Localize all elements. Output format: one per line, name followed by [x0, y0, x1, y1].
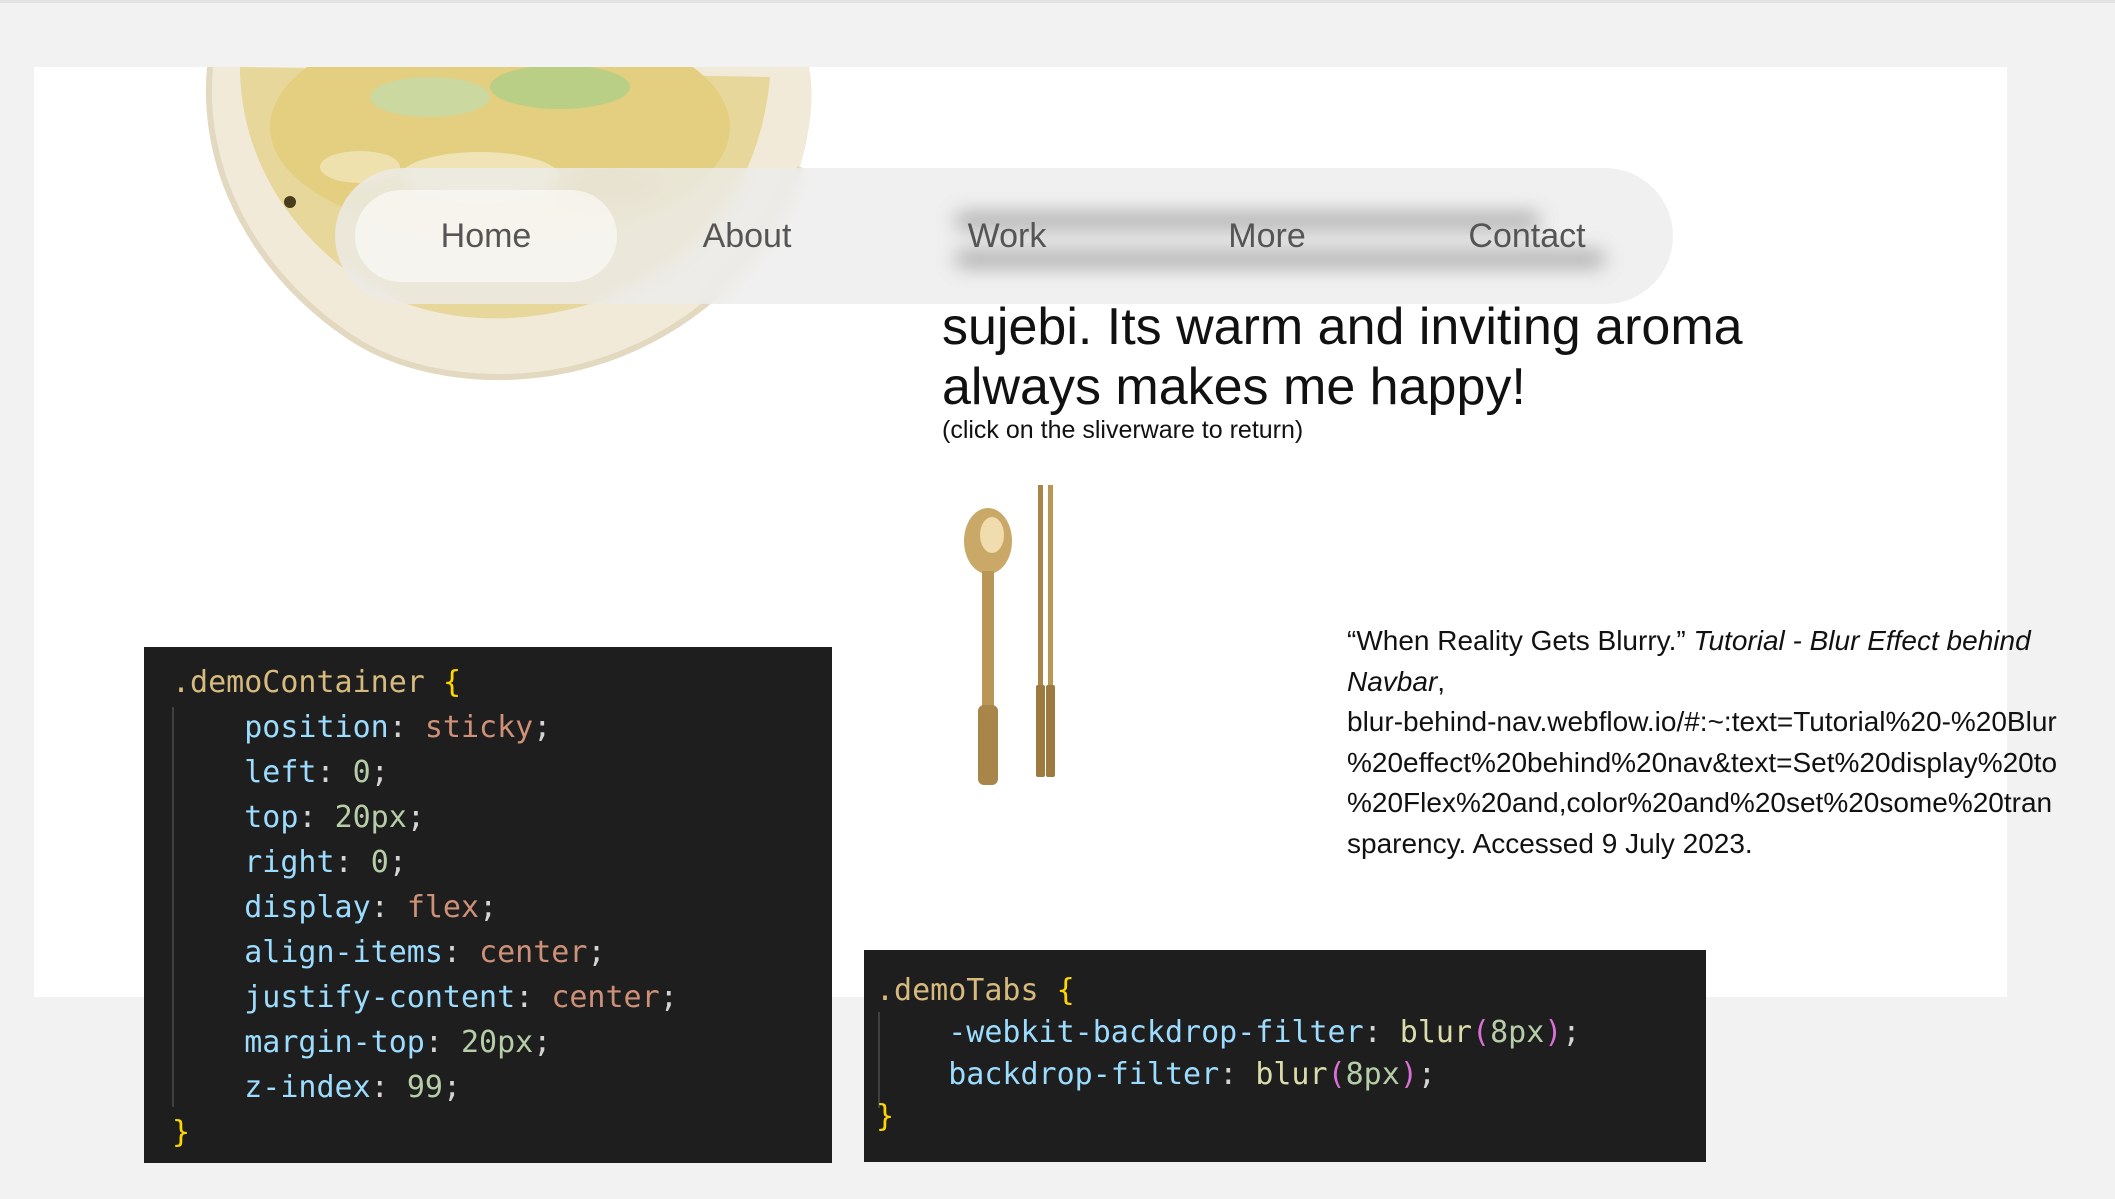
code-line: top: 20px;	[244, 800, 425, 835]
citation-url-line: blur-behind-nav.webflow.io/#:~:text=Tuto…	[1347, 706, 2057, 737]
css-paren: )	[1399, 1057, 1418, 1092]
css-brace: {	[442, 665, 461, 700]
citation-url-line: sparency. Accessed 9 July 2023.	[1347, 827, 1753, 859]
citation: “When Reality Gets Blurry.” Tutorial - B…	[1347, 621, 2107, 864]
css-property: z-index	[244, 1070, 371, 1105]
css-brace: {	[1056, 973, 1075, 1008]
css-property: display	[244, 890, 371, 925]
citation-source: Tutorial - Blur Effect behind	[1693, 625, 2031, 656]
blurred-navbar: Home About Work More Contact	[335, 168, 1673, 304]
css-value: 99	[406, 1070, 443, 1105]
css-value: center	[479, 935, 588, 970]
code-panel-demo-tabs: .demoTabs { -webkit-backdrop-filter: blu…	[864, 950, 1706, 1162]
css-paren: (	[1327, 1057, 1346, 1092]
citation-url-line: %20Flex%20and,color%20and%20set%20some%2…	[1347, 787, 2053, 818]
css-property: align-items	[244, 935, 443, 970]
top-border	[0, 0, 2115, 3]
nav-more[interactable]: More	[1136, 190, 1398, 282]
code-panel-demo-container: .demoContainer { position: sticky; left:…	[144, 647, 832, 1163]
code-line: }	[876, 1096, 1580, 1138]
code-line: display: flex;	[244, 890, 498, 925]
citation-comma: ,	[1437, 665, 1446, 697]
code-line: right: 0;	[244, 845, 407, 880]
code-line: position: sticky;	[244, 710, 552, 745]
css-value: sticky	[424, 710, 534, 745]
code-line: margin-top: 20px;	[244, 1025, 552, 1060]
nav-work[interactable]: Work	[876, 190, 1138, 282]
nav-contact[interactable]: Contact	[1396, 190, 1658, 282]
citation-line-2: Navbar,	[1347, 662, 2107, 703]
css-brace: }	[876, 1099, 895, 1134]
css-property: top	[244, 800, 299, 835]
return-hint: (click on the sliverware to return)	[942, 416, 1304, 444]
article-line: sujebi. Its warm and inviting aroma	[942, 298, 1743, 356]
css-value: 0	[370, 845, 389, 880]
css-property: justify-content	[244, 980, 516, 1015]
css-property: backdrop-filter	[948, 1057, 1220, 1092]
code-line: z-index: 99;	[244, 1070, 461, 1105]
css-property: right	[244, 845, 335, 880]
css-value: 20px	[334, 800, 407, 835]
code-line: backdrop-filter: blur(8px);	[948, 1057, 1436, 1092]
css-selector: .demoTabs	[876, 973, 1039, 1008]
css-value: flex	[406, 890, 480, 925]
css-value: center	[551, 980, 660, 1015]
css-value: 0	[352, 755, 371, 790]
css-function: blur	[1399, 1015, 1473, 1050]
code-line: justify-content: center;	[244, 980, 678, 1015]
css-function: blur	[1255, 1057, 1328, 1092]
nav-home[interactable]: Home	[355, 190, 617, 282]
css-value: 20px	[461, 1025, 534, 1060]
code-line: .demoContainer {	[172, 660, 678, 705]
code-line: }	[172, 1110, 678, 1155]
citation-url-line: %20effect%20behind%20nav&text=Set%20disp…	[1347, 746, 2058, 778]
css-property: -webkit-backdrop-filter	[948, 1015, 1364, 1050]
citation-line-1: “When Reality Gets Blurry.” Tutorial - B…	[1347, 621, 2107, 662]
code-line: -webkit-backdrop-filter: blur(8px);	[948, 1015, 1581, 1050]
code-line: align-items: center;	[244, 935, 606, 970]
css-paren: )	[1544, 1015, 1563, 1050]
citation-title: “When Reality Gets Blurry.”	[1347, 625, 1686, 656]
css-selector: .demoContainer	[172, 665, 425, 700]
css-property: margin-top	[244, 1025, 425, 1060]
css-brace: }	[172, 1115, 191, 1150]
nav-about[interactable]: About	[616, 190, 878, 282]
css-property: left	[244, 755, 317, 790]
code-line: .demoTabs {	[876, 970, 1580, 1012]
css-value: 8px	[1345, 1057, 1400, 1092]
article-line: always makes me happy!	[942, 358, 1526, 416]
css-property: position	[244, 710, 389, 745]
citation-source-cont: Navbar	[1347, 665, 1438, 697]
silverware-image[interactable]	[964, 485, 1134, 845]
code-line: left: 0;	[244, 755, 389, 790]
css-value: 8px	[1490, 1015, 1545, 1050]
css-paren: (	[1472, 1015, 1491, 1050]
